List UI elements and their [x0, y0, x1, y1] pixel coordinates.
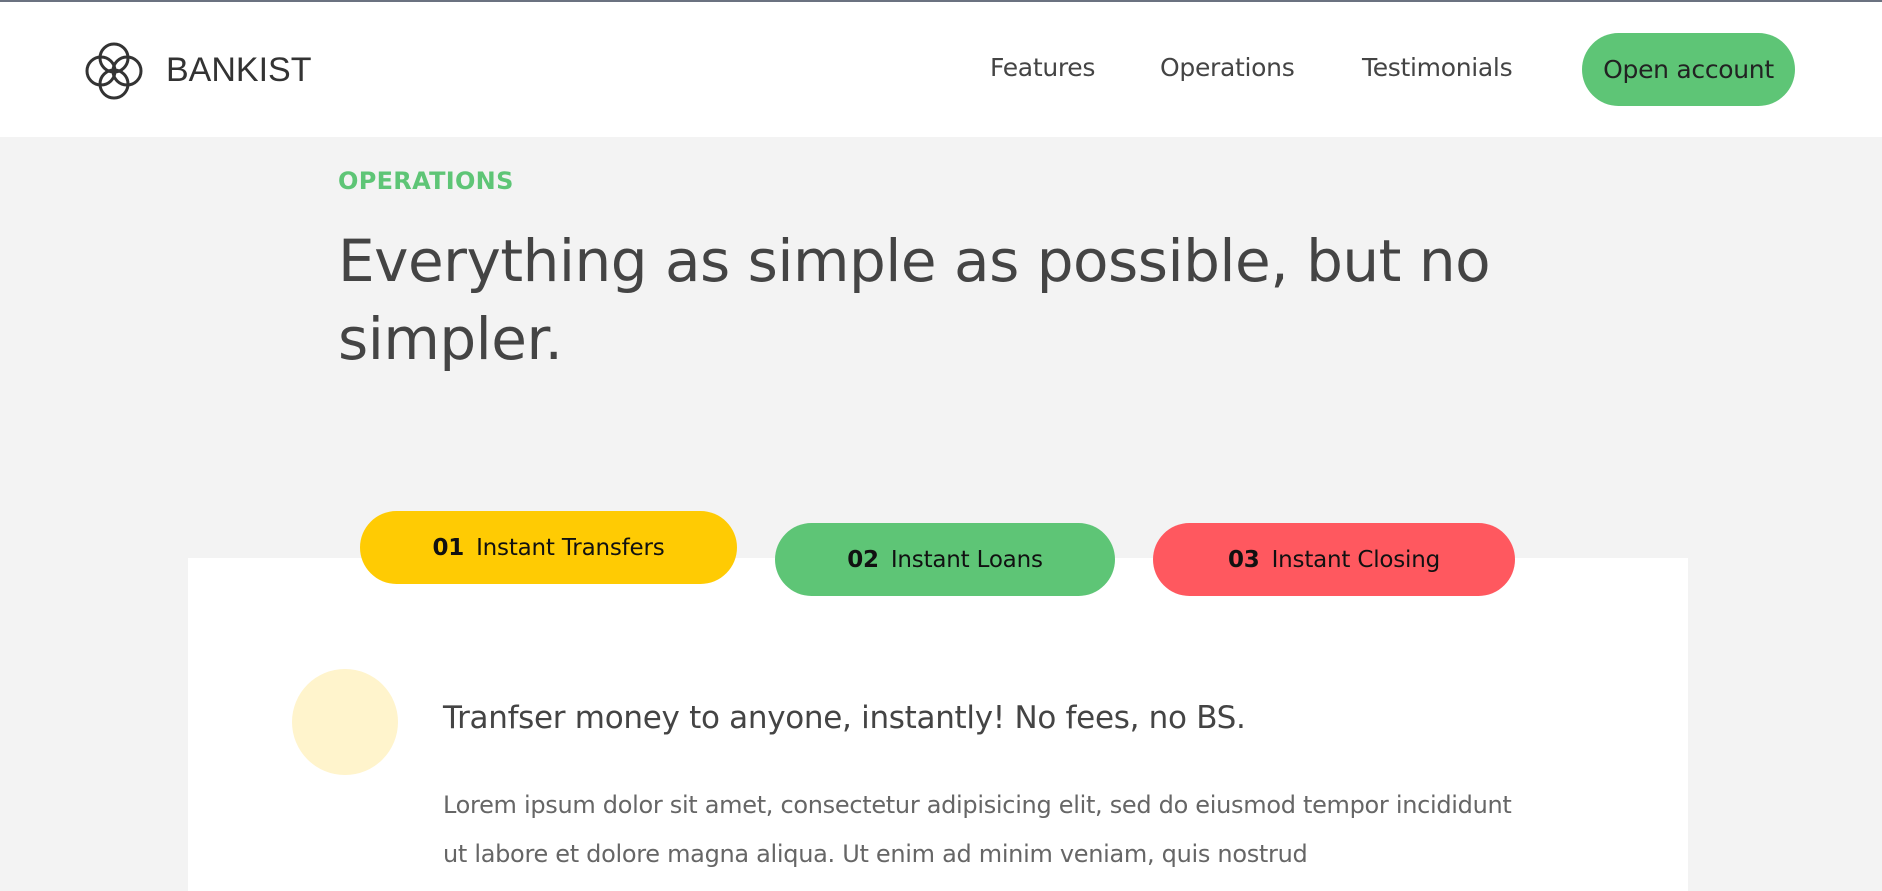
content-text: Lorem ipsum dolor sit amet, consectetur …	[443, 791, 1512, 868]
open-account-button[interactable]: Open account	[1582, 33, 1795, 106]
transfer-icon-circle	[292, 669, 398, 775]
tab-instant-closing[interactable]: 03 Instant Closing	[1153, 523, 1515, 596]
tab-instant-transfers[interactable]: 01 Instant Transfers	[360, 511, 737, 584]
tab-label: Instant Transfers	[476, 534, 665, 561]
navbar: BANKIST Features Operations Testimonials…	[0, 2, 1882, 137]
tab-number: 01	[432, 534, 465, 561]
tab-label: Instant Loans	[890, 546, 1043, 573]
tab-number: 03	[1227, 546, 1260, 573]
section-eyebrow: OPERATIONS	[338, 167, 514, 195]
bankist-logo-icon[interactable]	[79, 36, 149, 106]
nav-link-testimonials[interactable]: Testimonials	[1362, 53, 1513, 82]
nav-link-features[interactable]: Features	[990, 53, 1095, 82]
nav-link-operations[interactable]: Operations	[1160, 53, 1295, 82]
tab-number: 02	[847, 546, 879, 573]
brand-name: BANKIST	[166, 51, 312, 89]
section-headline: Everything as simple as possible, but no…	[338, 227, 1491, 373]
tab-instant-loans[interactable]: 02 Instant Loans	[775, 523, 1115, 596]
tab-label: Instant Closing	[1271, 546, 1441, 573]
content-title: Tranfser money to anyone, instantly! No …	[443, 700, 1246, 736]
